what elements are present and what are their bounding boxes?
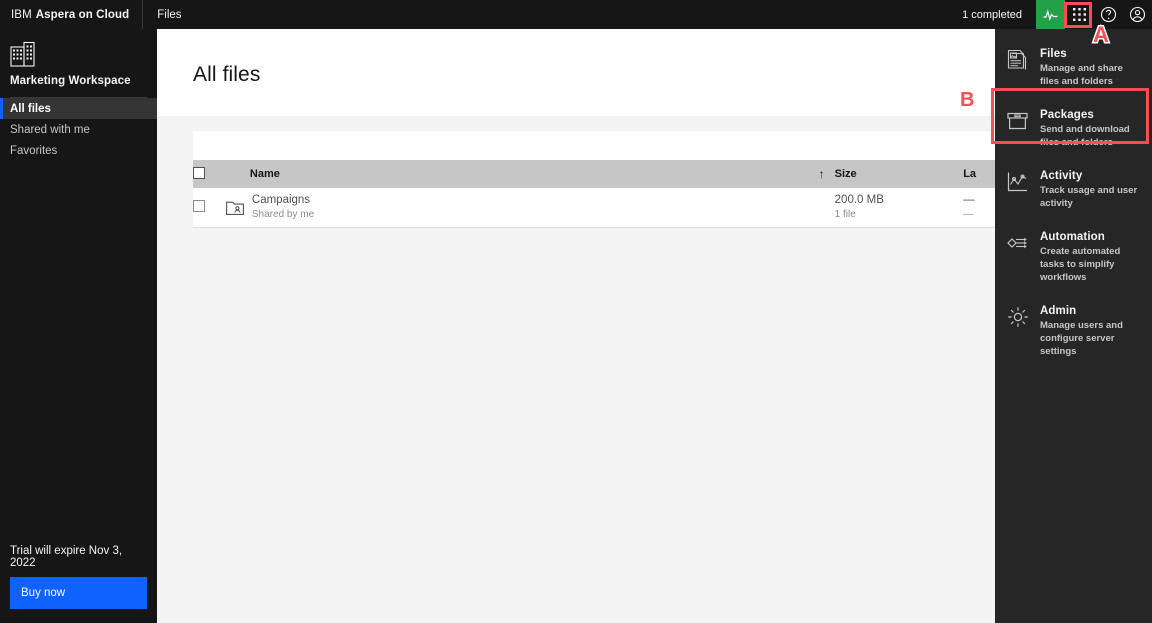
row-name-wrapper: Campaigns Shared by me xyxy=(225,193,835,221)
sidebar-item-shared-with-me[interactable]: Shared with me xyxy=(0,119,157,140)
row-name-label: Campaigns xyxy=(251,194,311,207)
trial-expiry-text: Trial will expire Nov 3, 2022 xyxy=(10,545,123,569)
annotation-marker-a: A xyxy=(1092,22,1111,47)
header-app-label[interactable]: Files xyxy=(143,0,195,29)
sidebar-nav: All files Shared with me Favorites xyxy=(0,98,157,161)
building-workspace-icon xyxy=(10,41,40,67)
left-sidebar: Marketing Workspace All files Shared wit… xyxy=(0,29,157,623)
sidebar-item-all-files[interactable]: All files xyxy=(0,98,157,119)
app-switcher-text-files: Files Manage and share files and folders xyxy=(1040,46,1142,89)
admin-gear-icon xyxy=(1005,304,1031,330)
app-switcher-text-admin: Admin Manage users and configure server … xyxy=(1040,303,1142,359)
sidebar-item-label: All files xyxy=(10,102,51,115)
app-switcher-desc: Send and download files and folders xyxy=(1040,124,1130,149)
app-switcher-panel: Files Manage and share files and folders… xyxy=(995,29,1152,623)
workspace-header: Marketing Workspace xyxy=(0,29,157,97)
app-switcher-desc: Manage and share files and folders xyxy=(1040,63,1123,88)
file-table-container: Name ↑ Size La Campaigns Shared by me 20… xyxy=(193,160,1116,228)
row-name-subtext: Shared by me xyxy=(251,209,315,221)
annotation-marker-b: B xyxy=(958,89,976,112)
packages-box-icon xyxy=(1005,108,1031,134)
file-table-head: Name ↑ Size La xyxy=(193,160,1116,188)
select-all-header xyxy=(193,160,250,188)
app-switcher-title: Admin xyxy=(1040,304,1077,317)
brand-name: Aspera on Cloud xyxy=(35,8,130,21)
row-name-text-block: Campaigns Shared by me xyxy=(252,193,314,221)
brand-logo[interactable]: IBM Aspera on Cloud xyxy=(0,0,129,29)
workspace-title: Marketing Workspace xyxy=(10,75,131,87)
sort-ascending-arrow-icon[interactable]: ↑ xyxy=(819,168,825,180)
row-size-subtext: 1 file xyxy=(834,209,856,221)
app-switcher-title: Packages xyxy=(1040,109,1094,121)
apps-grid-icon[interactable] xyxy=(1065,0,1094,29)
table-header-row: Name ↑ Size La xyxy=(193,160,1116,188)
table-toolbar[interactable] xyxy=(193,131,1116,160)
page-title: All files xyxy=(193,62,261,86)
files-document-icon xyxy=(1005,47,1031,73)
user-avatar-icon[interactable] xyxy=(1123,0,1152,29)
sidebar-item-favorites[interactable]: Favorites xyxy=(0,140,157,161)
activity-pulse-icon[interactable] xyxy=(1036,0,1065,29)
app-switcher-item-packages[interactable]: Packages Send and download files and fol… xyxy=(995,98,1152,159)
app-switcher-text-automation: Automation Create automated tasks to sim… xyxy=(1040,229,1142,285)
app-switcher-title: Files xyxy=(1040,48,1067,60)
table-row[interactable]: Campaigns Shared by me 200.0 MB 1 file —… xyxy=(193,188,1116,228)
row-size-label: 200.0 MB xyxy=(834,194,884,207)
automation-flow-icon xyxy=(1005,230,1031,256)
row-name-cell: Campaigns Shared by me xyxy=(225,188,835,228)
top-header-bar: IBM Aspera on Cloud Files 1 completed xyxy=(0,0,1152,29)
app-switcher-desc: Manage users and configure server settin… xyxy=(1040,320,1123,357)
column-header-name-label: Name xyxy=(249,168,280,180)
app-switcher-item-admin[interactable]: Admin Manage users and configure server … xyxy=(995,294,1152,368)
app-switcher-title: Automation xyxy=(1040,231,1105,243)
app-switcher-title: Activity xyxy=(1040,170,1083,182)
column-header-size-label: Size xyxy=(834,168,857,180)
app-switcher-text-activity: Activity Track usage and user activity xyxy=(1040,168,1142,211)
activity-chart-icon xyxy=(1005,169,1031,195)
app-switcher-item-files[interactable]: Files Manage and share files and folders xyxy=(995,37,1152,98)
brand-prefix: IBM xyxy=(11,8,32,21)
app-switcher-item-activity[interactable]: Activity Track usage and user activity xyxy=(995,159,1152,220)
app-switcher-desc: Create automated tasks to simplify workf… xyxy=(1040,246,1121,283)
column-header-name[interactable]: Name ↑ xyxy=(249,160,835,188)
buy-now-button[interactable]: Buy now xyxy=(10,577,147,609)
file-table: Name ↑ Size La Campaigns Shared by me 20… xyxy=(193,160,1116,228)
app-switcher-desc: Track usage and user activity xyxy=(1040,185,1138,210)
file-table-body: Campaigns Shared by me 200.0 MB 1 file —… xyxy=(193,188,1116,228)
shared-folder-icon xyxy=(225,200,244,215)
select-all-checkbox[interactable] xyxy=(193,166,205,179)
row-size-cell: 200.0 MB 1 file xyxy=(834,188,964,228)
app-switcher-text-packages: Packages Send and download files and fol… xyxy=(1040,107,1142,150)
column-header-size[interactable]: Size xyxy=(834,160,964,188)
sidebar-item-label: Favorites xyxy=(10,144,58,157)
sidebar-item-label: Shared with me xyxy=(10,123,90,136)
column-header-modified-label: La xyxy=(963,168,977,180)
buy-now-label: Buy now xyxy=(21,587,66,599)
app-switcher-item-automation[interactable]: Automation Create automated tasks to sim… xyxy=(995,220,1152,294)
transfer-status-text: 1 completed xyxy=(962,8,1022,21)
app-window: IBM Aspera on Cloud Files 1 completed Ma… xyxy=(0,0,1152,623)
row-checkbox[interactable] xyxy=(193,199,205,212)
